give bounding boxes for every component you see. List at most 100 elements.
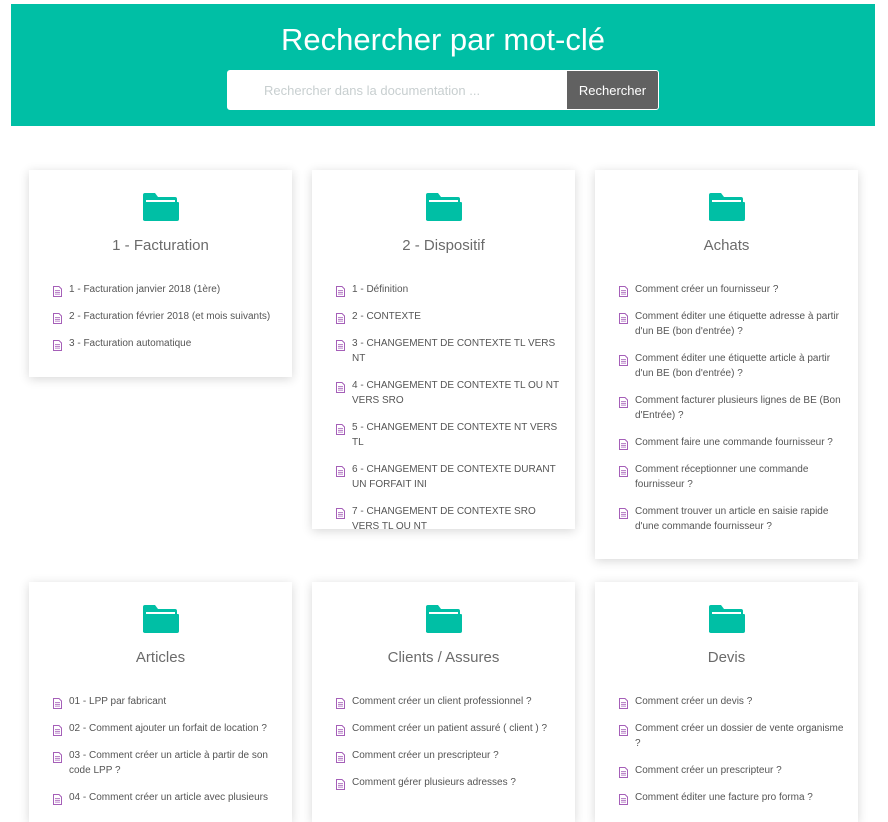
document-icon	[336, 422, 345, 435]
document-icon	[53, 696, 62, 709]
document-icon	[336, 696, 345, 709]
folder-icon	[708, 192, 746, 222]
article-link[interactable]: Comment éditer une étiquette article à p…	[619, 351, 848, 381]
folder-icon	[142, 192, 180, 222]
article-link-label: 2 - Facturation février 2018 (et mois su…	[69, 311, 271, 322]
article-link[interactable]: Comment créer un prescripteur ?	[619, 763, 848, 778]
article-link[interactable]: 5 - CHANGEMENT DE CONTEXTE NT VERS TL	[336, 420, 565, 450]
article-link-label: Comment trouver un article en saisie rap…	[635, 506, 829, 532]
category-card: Clients / Assures Comment créer un clien…	[312, 582, 575, 822]
category-card: 2 - Dispositif 1 - Définition 2 - CONTEX…	[312, 170, 575, 532]
document-icon	[336, 380, 345, 393]
category-card: Achats Comment créer un fournisseur ? Co…	[595, 170, 858, 559]
article-link-label: 2 - CONTEXTE	[352, 311, 421, 322]
document-icon	[619, 723, 628, 736]
article-link[interactable]: 03 - Comment créer un article à partir d…	[53, 748, 282, 778]
article-link[interactable]: Comment créer un dossier de vente organi…	[619, 721, 848, 751]
document-icon	[619, 765, 628, 778]
article-link[interactable]: Comment facturer plusieurs lignes de BE …	[619, 393, 848, 423]
category-title[interactable]: 2 - Dispositif	[312, 236, 575, 256]
article-link-label: 3 - CHANGEMENT DE CONTEXTE TL VERS NT	[352, 338, 556, 364]
article-link-label: 5 - CHANGEMENT DE CONTEXTE NT VERS TL	[352, 422, 558, 448]
article-link[interactable]: Comment gérer plusieurs adresses ?	[336, 775, 565, 790]
article-link[interactable]: 6 - CHANGEMENT DE CONTEXTE DURANT UN FOR…	[336, 462, 565, 492]
document-icon	[619, 311, 628, 324]
document-icon	[619, 395, 628, 408]
article-link[interactable]: Comment créer un devis ?	[619, 694, 848, 709]
article-link[interactable]: Comment créer un fournisseur ?	[619, 282, 848, 297]
category-card: Articles 01 - LPP par fabricant 02 - Com…	[29, 582, 292, 822]
article-link-label: Comment facturer plusieurs lignes de BE …	[635, 395, 841, 421]
category-title[interactable]: Clients / Assures	[312, 648, 575, 668]
page-title: Rechercher par mot-clé	[281, 22, 605, 57]
article-link-label: Comment faire une commande fournisseur ?	[635, 437, 833, 448]
article-link-label: 4 - CHANGEMENT DE CONTEXTE TL OU NT VERS…	[352, 380, 559, 406]
document-icon	[53, 723, 62, 736]
article-link[interactable]: Comment créer un client professionnel ?	[336, 694, 565, 709]
article-link-label: 04 - Comment créer un article avec plusi…	[69, 792, 268, 803]
category-card: 1 - Facturation 1 - Facturation janvier …	[29, 170, 292, 377]
document-icon	[336, 311, 345, 324]
category-title[interactable]: Articles	[29, 648, 292, 668]
document-icon	[336, 777, 345, 790]
article-link-label: Comment créer un prescripteur ?	[635, 765, 782, 776]
article-link[interactable]: Comment éditer une facture pro forma ?	[619, 790, 848, 805]
document-icon	[53, 284, 62, 297]
article-link[interactable]: Comment créer un prescripteur ?	[336, 748, 565, 763]
article-link-label: 03 - Comment créer un article à partir d…	[69, 750, 268, 776]
article-link[interactable]: 3 - CHANGEMENT DE CONTEXTE TL VERS NT	[336, 336, 565, 366]
article-link[interactable]: 3 - Facturation automatique	[53, 336, 282, 351]
search-button[interactable]: Rechercher	[566, 70, 659, 110]
search-input[interactable]	[227, 70, 566, 110]
document-icon	[619, 696, 628, 709]
article-link[interactable]: Comment créer un patient assuré ( client…	[336, 721, 565, 736]
document-icon	[619, 464, 628, 477]
document-icon	[336, 338, 345, 351]
category-title[interactable]: 1 - Facturation	[29, 236, 292, 256]
document-icon	[619, 792, 628, 805]
article-link-label: 7 - CHANGEMENT DE CONTEXTE SRO VERS TL O…	[352, 506, 536, 532]
article-link[interactable]: 2 - CONTEXTE	[336, 309, 565, 324]
category-title[interactable]: Achats	[595, 236, 858, 256]
article-link[interactable]: 01 - LPP par fabricant	[53, 694, 282, 709]
article-link[interactable]: 7 - CHANGEMENT DE CONTEXTE SRO VERS TL O…	[336, 504, 565, 534]
article-link-label: Comment réceptionner une commande fourni…	[635, 464, 809, 490]
article-link-label: Comment éditer une facture pro forma ?	[635, 792, 813, 803]
article-link[interactable]: Comment faire une commande fournisseur ?	[619, 435, 848, 450]
article-link-label: 6 - CHANGEMENT DE CONTEXTE DURANT UN FOR…	[352, 464, 556, 490]
article-list: 1 - Facturation janvier 2018 (1ère) 2 - …	[53, 282, 282, 363]
document-icon	[336, 750, 345, 763]
article-link-label: 1 - Facturation janvier 2018 (1ère)	[69, 284, 221, 295]
document-icon	[336, 284, 345, 297]
article-link-label: 01 - LPP par fabricant	[69, 696, 167, 707]
article-list: Comment créer un devis ? Comment créer u…	[619, 694, 848, 817]
article-link-label: Comment gérer plusieurs adresses ?	[352, 777, 516, 788]
article-list: Comment créer un client professionnel ? …	[336, 694, 565, 802]
article-link[interactable]: 04 - Comment créer un article avec plusi…	[53, 790, 282, 805]
category-title[interactable]: Devis	[595, 648, 858, 668]
article-link[interactable]: Comment réceptionner une commande fourni…	[619, 462, 848, 492]
article-list: 1 - Définition 2 - CONTEXTE 3 - CHANGEME…	[336, 282, 565, 546]
article-link[interactable]: 4 - CHANGEMENT DE CONTEXTE TL OU NT VERS…	[336, 378, 565, 408]
article-link[interactable]: 1 - Définition	[336, 282, 565, 297]
article-link[interactable]: Comment trouver un article en saisie rap…	[619, 504, 848, 534]
article-link[interactable]: 1 - Facturation janvier 2018 (1ère)	[53, 282, 282, 297]
search-banner: Rechercher par mot-clé Rechercher	[11, 4, 875, 126]
document-icon	[619, 353, 628, 366]
document-icon	[619, 284, 628, 297]
article-link-label: 02 - Comment ajouter un forfait de locat…	[69, 723, 267, 734]
article-link-label: Comment éditer une étiquette adresse à p…	[635, 311, 839, 337]
document-icon	[619, 437, 628, 450]
folder-icon	[142, 604, 180, 634]
document-icon	[336, 506, 345, 519]
article-link-label: Comment créer un client professionnel ?	[352, 696, 532, 707]
article-link[interactable]: 2 - Facturation février 2018 (et mois su…	[53, 309, 282, 324]
article-link[interactable]: Comment éditer une étiquette adresse à p…	[619, 309, 848, 339]
document-icon	[619, 506, 628, 519]
article-link[interactable]: 02 - Comment ajouter un forfait de locat…	[53, 721, 282, 736]
article-link-label: Comment créer un fournisseur ?	[635, 284, 779, 295]
document-icon	[53, 792, 62, 805]
document-icon	[336, 723, 345, 736]
article-list: 01 - LPP par fabricant 02 - Comment ajou…	[53, 694, 282, 817]
article-link-label: Comment créer un devis ?	[635, 696, 753, 707]
